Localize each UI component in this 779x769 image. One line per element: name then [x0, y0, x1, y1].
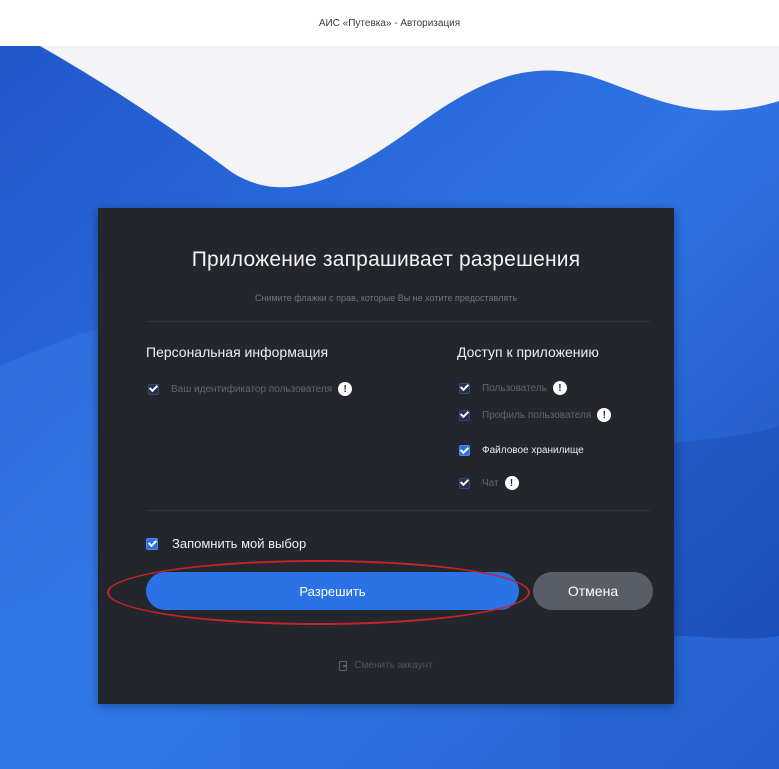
dialog-subtitle: Снимите флажки с прав, которые Вы не хот… — [254, 293, 518, 303]
permission-user-profile-label: Профиль пользователя — [482, 409, 592, 421]
window-titlebar: АИС «Путевка» - Авторизация — [0, 0, 779, 47]
divider — [146, 510, 650, 511]
permission-user-id: Ваш идентификатор пользователя ! — [148, 382, 353, 396]
info-icon[interactable]: ! — [552, 381, 567, 395]
info-icon[interactable]: ! — [597, 408, 612, 422]
permission-chat-checkbox — [459, 477, 470, 489]
info-icon[interactable]: ! — [338, 382, 353, 396]
permission-user-profile: Профиль пользователя ! — [459, 408, 612, 422]
switch-account-link[interactable]: Сменить аккаунт — [98, 660, 674, 671]
allow-button[interactable]: Разрешить — [146, 572, 519, 610]
permission-file-storage[interactable]: Файловое хранилище — [459, 445, 584, 456]
switch-account-label: Сменить аккаунт — [354, 660, 433, 671]
permission-user-label: Пользователь — [482, 382, 547, 394]
permission-user-checkbox — [459, 382, 470, 394]
permission-user-profile-checkbox — [459, 409, 470, 421]
section-title-personal: Персональная информация — [146, 344, 329, 360]
cancel-button[interactable]: Отмена — [533, 572, 653, 610]
permission-chat: Чат ! — [459, 476, 519, 490]
remember-choice-label: Запомнить мой выбор — [172, 536, 307, 551]
window-title: АИС «Путевка» - Авторизация — [318, 17, 461, 29]
permission-user-id-label: Ваш идентификатор пользователя — [171, 383, 333, 395]
permission-user-id-checkbox — [148, 383, 159, 395]
permission-user: Пользователь ! — [459, 381, 567, 395]
permissions-dialog: Приложение запрашивает разрешения Снимит… — [98, 208, 674, 704]
door-exit-icon — [339, 660, 348, 671]
permission-file-storage-label: Файловое хранилище — [482, 445, 584, 456]
section-title-app-access: Доступ к приложению — [457, 344, 599, 360]
permission-chat-label: Чат — [482, 477, 499, 489]
divider — [146, 321, 650, 322]
permission-file-storage-checkbox[interactable] — [459, 445, 470, 456]
info-icon[interactable]: ! — [504, 476, 519, 490]
remember-choice[interactable]: Запомнить мой выбор — [146, 536, 306, 551]
dialog-title: Приложение запрашивает разрешения — [191, 248, 581, 271]
remember-choice-checkbox[interactable] — [146, 537, 158, 550]
